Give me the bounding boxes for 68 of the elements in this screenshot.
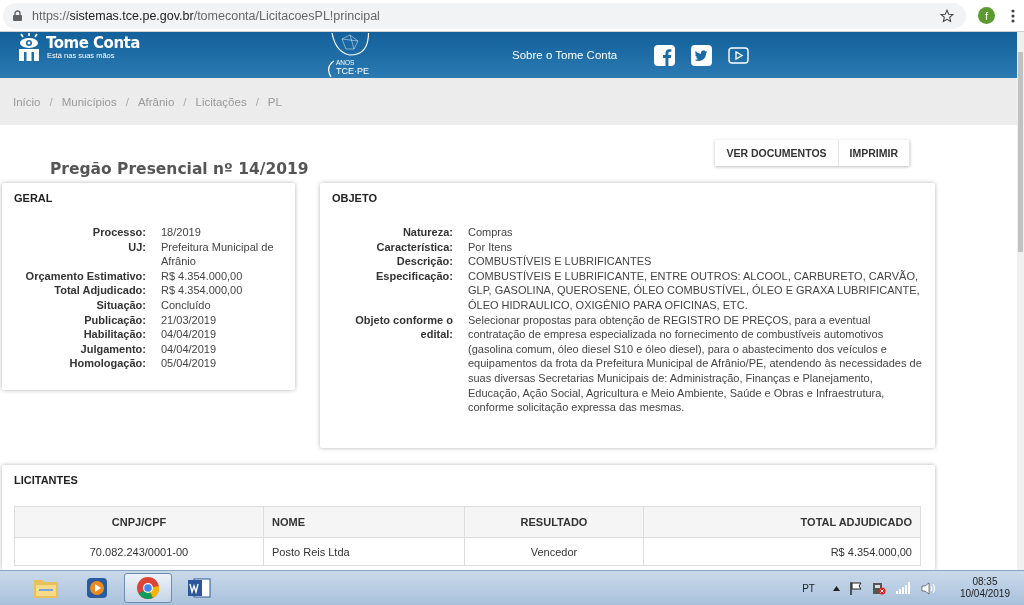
card-heading: OBJETO <box>332 192 379 204</box>
breadcrumb-separator: / <box>125 95 129 108</box>
field-value: 04/04/2019 <box>161 327 218 342</box>
twitter-icon[interactable] <box>691 44 712 66</box>
field-value: Concluído <box>161 297 212 313</box>
facebook-icon[interactable] <box>654 44 675 66</box>
clock-time[interactable]: 08:35 <box>972 576 998 588</box>
field-label: Processo: <box>91 225 146 240</box>
page-title: Pregão Presencial nº 14/2019 <box>50 160 310 178</box>
clock-date[interactable]: 10/04/2019 <box>959 588 1010 600</box>
field-label: Publicação: <box>83 312 146 328</box>
column-header: NOME <box>263 506 465 538</box>
bookmark-star-icon[interactable] <box>940 8 954 23</box>
speaker-icon[interactable] <box>920 581 936 595</box>
column-header: TOTAL ADJUDICADO <box>643 506 921 538</box>
field-label: Objeto conforme o edital: <box>354 312 453 343</box>
breadcrumb-separator: / <box>49 95 53 108</box>
logo-icon[interactable] <box>17 33 41 61</box>
column-header: RESULTADO <box>464 506 644 538</box>
field-label: Natureza: <box>401 225 453 240</box>
card-heading: GERAL <box>14 192 54 204</box>
column-header: CNPJ/CPF <box>14 506 264 538</box>
field-label: Habilitação: <box>82 327 146 342</box>
field-label: Homologação: <box>68 356 146 371</box>
flag-icon[interactable] <box>849 581 862 595</box>
field-label: Total Adjudicado: <box>53 283 146 298</box>
field-value: 05/04/2019 <box>161 356 218 371</box>
table-cell: Vencedor <box>464 537 644 566</box>
field-label: Julgamento: <box>79 341 146 357</box>
field-value: Compras <box>468 225 514 240</box>
table-cell: Posto Reis Ltda <box>263 537 465 566</box>
field-value: R$ 4.354.000,00 <box>161 283 244 298</box>
field-value: COMBUSTÍVEIS E LUBRIFICANTES <box>468 254 653 269</box>
card-heading: LICITANTES <box>14 474 79 486</box>
field-label: UJ: <box>127 239 146 255</box>
table-cell: R$ 4.354.000,00 <box>643 537 921 566</box>
field-label: Descrição: <box>395 254 453 269</box>
url-text: https://sistemas.tce.pe.gov.br/tomeconta/LicitacoesPL!principal <box>32 8 381 23</box>
emblem-text: TCE·PE <box>336 66 369 77</box>
field-value: Por Itens <box>468 239 514 255</box>
field-value: 21/03/2019 <box>161 312 218 328</box>
field-label: Situação: <box>95 297 146 313</box>
table-cell: 70.082.243/0001-00 <box>14 537 264 566</box>
breadcrumb-separator: / <box>183 95 187 108</box>
menu-icon[interactable] <box>1011 8 1015 23</box>
nav-link[interactable]: Sobre o Tome Conta <box>512 49 654 61</box>
profile-avatar[interactable]: f <box>978 7 995 24</box>
field-value: 18/2019 <box>161 225 202 240</box>
scrollbar[interactable] <box>1017 32 1024 570</box>
lock-icon <box>13 10 22 21</box>
breadcrumb-separator: / <box>255 95 259 108</box>
field-value: R$ 4.354.000,00 <box>161 268 244 284</box>
device-error-icon[interactable] <box>871 581 886 595</box>
address-bar[interactable]: https://sistemas.tce.pe.gov.br/tomeconta/LicitacoesPL!principal <box>3 2 966 29</box>
brand-name[interactable]: Tome Conta <box>46 34 140 51</box>
field-value: 04/04/2019 <box>161 341 218 357</box>
action-button[interactable]: IMPRIMIR <box>838 140 910 166</box>
field-label: Orçamento Estimativo: <box>24 268 146 284</box>
field-value: Prefeitura Municipal de Afrânio <box>161 239 275 269</box>
field-label: Característica: <box>375 239 453 255</box>
browser-icon[interactable] <box>124 573 172 603</box>
field-value: COMBUSTÍVEIS E LUBRIFICANTE, ENTRE OUTROS: ALCOOL, CARBURETO, CARVÃO, GLP, GASOLINA, QUEROSENE, ÓLEO COMBUSTÍVEL, ÓLEO E GRAXA LUBRIFICANTE, ÓLEO HIDRAULICO, OXIGÊNIO PARA OFICINAS, ETC. <box>468 268 921 313</box>
caret-icon[interactable] <box>832 585 840 591</box>
language-indicator[interactable]: PT <box>802 582 815 594</box>
field-value: Selecionar propostas para obtenção de REGISTRO DE PREÇOS, para a eventual contratação de empresa especializada no fornecimento de combustíveis automotivos (gasolina comum, óleo diesel S10 e óleo diesel), para o abastecimento dos veículos e equipamentos da frota da Prefeitura Municipal de Afrânio/PE, atendendo às necessidades de suas diversas Secretarias Municipais de: Administração, Finanças e Planejamento, Educação, Ação Social, Agricultura e Meio Ambiente, Saúde e Obras e Infraestrutura, conforme solicitação expressa das mesmas. <box>468 312 923 415</box>
field-label: Especificação: <box>374 268 453 284</box>
action-button[interactable]: VER DOCUMENTOS <box>715 140 839 166</box>
video-play-icon[interactable] <box>728 46 749 64</box>
